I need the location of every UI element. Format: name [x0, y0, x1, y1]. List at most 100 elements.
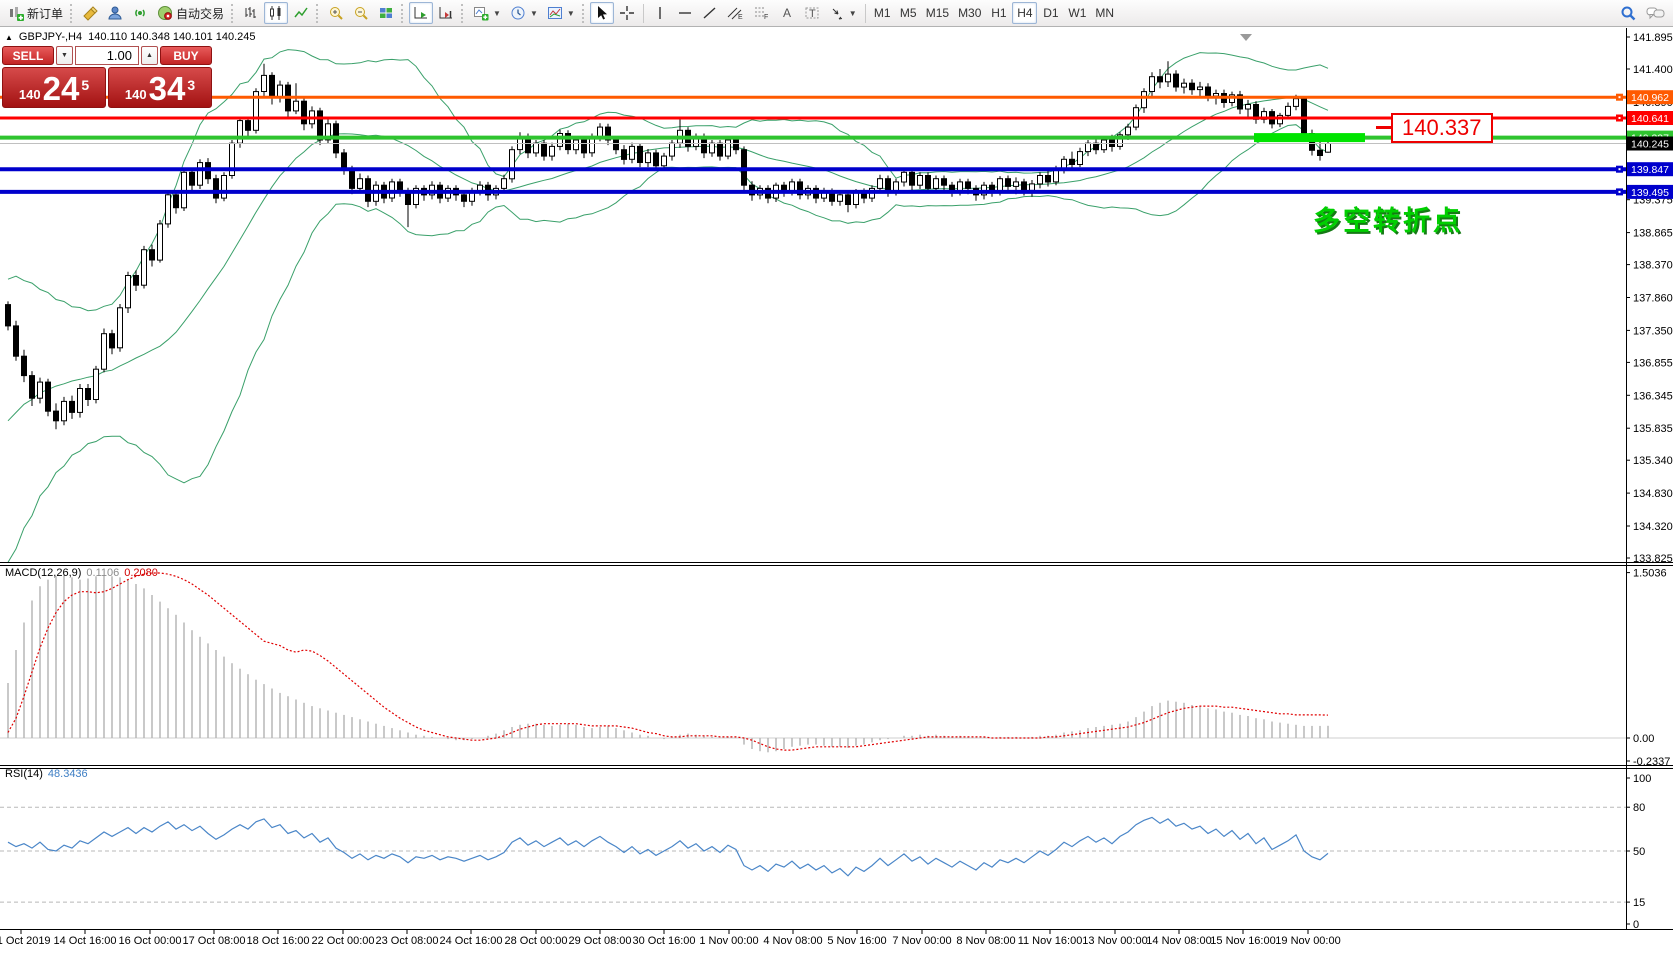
bar-chart-icon	[243, 5, 259, 21]
timeframe-mn-button[interactable]: MN	[1091, 2, 1118, 24]
arrows-tool-button[interactable]: ▼	[825, 2, 861, 24]
crosshair-tool-button[interactable]	[615, 2, 639, 24]
signal-icon	[132, 5, 148, 21]
buy-price-panel[interactable]: 140 34 3	[108, 67, 212, 108]
buy-button[interactable]: BUY	[160, 46, 212, 65]
price-line-label: 140.641	[1627, 111, 1673, 125]
one-click-trading-panel: SELL ▼ 1.00 ▲ BUY 140 24 5 140 34 3	[2, 46, 212, 108]
dropdown-caret: ▼	[530, 9, 538, 18]
toolbar-grip	[461, 4, 466, 23]
timeframe-h4-button[interactable]: H4	[1012, 2, 1037, 24]
arrows-icon	[829, 5, 845, 21]
signals-button[interactable]	[128, 2, 152, 24]
search-icon	[1620, 5, 1637, 22]
line-chart-button[interactable]	[289, 2, 313, 24]
rsi-value: 48.3436	[48, 768, 88, 780]
timeframe-h1-button[interactable]: H1	[986, 2, 1011, 24]
svg-text:140.245: 140.245	[1631, 139, 1669, 151]
indicators-button[interactable]: ▼	[469, 2, 505, 24]
label-tool-button[interactable]: T	[800, 2, 824, 24]
svg-text:T: T	[809, 8, 816, 20]
svg-text:140.962: 140.962	[1631, 92, 1669, 104]
timeframe-m1-button[interactable]: M1	[870, 2, 895, 24]
chart-symbol-line: ▲ GBPJPY-,H4 140.110 140.348 140.101 140…	[5, 31, 256, 43]
toolbar-separator	[643, 4, 644, 23]
highlight-bar-object[interactable]	[1254, 133, 1365, 142]
zoom-out-button[interactable]	[349, 2, 373, 24]
text-tool-button[interactable]: A	[775, 2, 799, 24]
collapse-trade-panel-icon[interactable]: ▲	[5, 33, 13, 42]
zoom-in-button[interactable]	[324, 2, 348, 24]
autotrading-button[interactable]: 自动交易	[153, 2, 228, 24]
chart-shift-button[interactable]	[434, 2, 458, 24]
timeframe-w1-button[interactable]: W1	[1064, 2, 1090, 24]
svg-text:15 Nov 16:00: 15 Nov 16:00	[1210, 935, 1275, 947]
svg-text:136.855: 136.855	[1633, 357, 1673, 369]
svg-text:7 Nov 00:00: 7 Nov 00:00	[892, 935, 951, 947]
template-icon	[547, 5, 563, 21]
chart-canvas[interactable]: 141.895141.400140.890139.375138.865138.3…	[0, 28, 1673, 950]
svg-text:135.835: 135.835	[1633, 423, 1673, 435]
volume-decrease-button[interactable]: ▼	[56, 46, 73, 65]
price-callout[interactable]: 140.337	[1391, 113, 1493, 143]
sell-button[interactable]: SELL	[2, 46, 54, 65]
community-button[interactable]	[103, 2, 127, 24]
auto-scroll-button[interactable]	[409, 2, 433, 24]
toolbar-separator	[865, 4, 866, 23]
svg-text:0: 0	[1633, 919, 1639, 931]
svg-text:22 Oct 00:00: 22 Oct 00:00	[312, 935, 375, 947]
volume-increase-button[interactable]: ▲	[141, 46, 158, 65]
timeframe-m5-button[interactable]: M5	[896, 2, 921, 24]
svg-text:15: 15	[1633, 897, 1645, 909]
timeframe-toolbar: M1M5M15M30H1H4D1W1MN	[870, 2, 1118, 24]
tile-windows-button[interactable]	[374, 2, 398, 24]
new-order-button[interactable]: 新订单	[4, 2, 67, 24]
timeframe-m30-button[interactable]: M30	[954, 2, 985, 24]
candlestick-chart-button[interactable]	[264, 2, 288, 24]
svg-text:16 Oct 00:00: 16 Oct 00:00	[119, 935, 182, 947]
timeframe-m15-button[interactable]: M15	[922, 2, 953, 24]
volume-input[interactable]: 1.00	[75, 46, 139, 65]
svg-text:137.860: 137.860	[1633, 293, 1673, 305]
templates-button[interactable]: ▼	[543, 2, 579, 24]
bar-chart-button[interactable]	[239, 2, 263, 24]
toolbar-grip	[401, 4, 406, 23]
svg-text:29 Oct 08:00: 29 Oct 08:00	[569, 935, 632, 947]
search-button[interactable]	[1616, 2, 1641, 24]
macd-label: MACD(12,26,9) 0.1106 0.2080	[5, 567, 158, 579]
label-icon: T	[804, 5, 820, 21]
macd-value-signal: 0.2080	[124, 567, 158, 579]
chart-window[interactable]: 141.895141.400140.890139.375138.865138.3…	[0, 28, 1673, 950]
svg-text:0.00: 0.00	[1633, 733, 1654, 745]
hline-tool-button[interactable]	[673, 2, 697, 24]
channel-tool-button[interactable]: E	[723, 2, 748, 24]
macd-name: MACD(12,26,9)	[5, 567, 81, 579]
channel-icon: E	[727, 5, 744, 21]
sell-price-panel[interactable]: 140 24 5	[2, 67, 106, 108]
svg-text:28 Oct 00:00: 28 Oct 00:00	[505, 935, 568, 947]
toolbar-grip	[70, 4, 75, 23]
cursor-icon	[594, 5, 610, 21]
vline-tool-button[interactable]	[648, 2, 672, 24]
periods-button[interactable]: ▼	[506, 2, 542, 24]
timeframe-d1-button[interactable]: D1	[1038, 2, 1063, 24]
svg-text:141.895: 141.895	[1633, 32, 1673, 44]
toolbar-grip	[582, 4, 587, 23]
svg-text:1.5036: 1.5036	[1633, 568, 1667, 580]
sell-price-big: 24	[43, 74, 80, 104]
toolbar-grip	[231, 4, 236, 23]
price-line-label: 139.495	[1627, 185, 1673, 199]
macd-value-main: 0.1106	[86, 567, 119, 579]
history-center-button[interactable]	[78, 2, 102, 24]
svg-text:23 Oct 08:00: 23 Oct 08:00	[376, 935, 439, 947]
autotrading-label: 自动交易	[176, 5, 224, 22]
svg-text:11 Nov 16:00: 11 Nov 16:00	[1018, 935, 1083, 947]
auto-scroll-icon	[413, 5, 429, 21]
chat-button[interactable]	[1642, 2, 1669, 24]
svg-text:100: 100	[1633, 773, 1651, 785]
fibonacci-tool-button[interactable]: F	[749, 2, 774, 24]
svg-text:138.370: 138.370	[1633, 260, 1673, 272]
cursor-tool-button[interactable]	[590, 2, 614, 24]
chinese-annotation[interactable]: 多空转折点	[1313, 199, 1463, 238]
trendline-tool-button[interactable]	[698, 2, 722, 24]
